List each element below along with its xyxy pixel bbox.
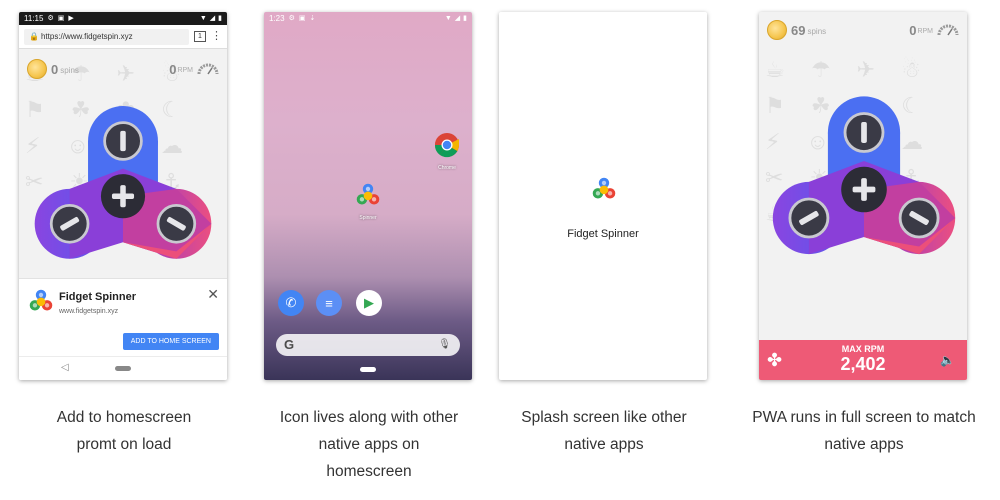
spinner-app-icon — [591, 176, 617, 202]
download-icon: ⇣ — [309, 15, 316, 22]
google-search-bar[interactable]: G 🎙 — [276, 334, 460, 356]
spins-count: 69 — [791, 22, 806, 38]
status-bar: 11:15 ⚙ ▣ ▶ ▼ ◢ ▮ — [19, 12, 227, 25]
phone-browser-panel: 11:15 ⚙ ▣ ▶ ▼ ◢ ▮ 🔒 https://www.fidgetspi… — [19, 12, 227, 380]
messages-icon[interactable]: ≡ — [316, 290, 342, 316]
fidget-spinner[interactable] — [31, 104, 215, 270]
add-to-homescreen-prompt: Fidget Spinner www.fidgetspin.xyz ✕ ADD … — [19, 278, 227, 380]
image-icon: ▣ — [57, 15, 65, 22]
url-text: https://www.fidgetspin.xyz — [40, 31, 133, 41]
add-to-home-screen-button[interactable]: ADD TO HOME SCREEN — [122, 333, 219, 350]
phone-icon[interactable]: ✆ — [278, 290, 304, 316]
chrome-app[interactable]: Chrome — [432, 132, 462, 171]
play-icon: ▶ — [68, 15, 74, 22]
prompt-title: Fidget Spinner — [59, 291, 136, 303]
caption-icon-homescreen: Icon lives along with other native apps … — [279, 409, 459, 480]
settings-icon: ⚙ — [47, 15, 54, 22]
spinner-app[interactable]: Spinner — [353, 182, 383, 221]
nav-bar: ◁ — [19, 356, 227, 380]
caption-splash-screen: Splash screen like other native apps — [521, 409, 687, 453]
signal-icon: ◢ — [209, 15, 216, 22]
play-store-icon[interactable]: ▶ — [356, 290, 382, 316]
fidget-spinner[interactable] — [769, 94, 959, 266]
home-pill-icon[interactable] — [360, 367, 376, 372]
caption-add-to-homescreen: Add to homescreen promt on load — [56, 409, 192, 453]
chrome-icon — [434, 133, 459, 158]
splash-title: Fidget Spinner — [567, 228, 639, 240]
spins-unit: spins — [807, 27, 827, 36]
signal-icon: ◢ — [454, 15, 461, 22]
mic-icon[interactable]: 🎙 — [438, 338, 451, 352]
max-rpm-value: 2,402 — [840, 354, 886, 374]
spinner-app-icon — [28, 288, 54, 314]
status-time: 1:23 — [269, 14, 285, 23]
spinner-label: Spinner — [359, 215, 377, 221]
spinner-app-icon — [355, 182, 381, 208]
stats-hud: 69 spins 0 RPM — [767, 20, 959, 40]
caption-pwa-fullscreen: PWA runs in full screen to match native … — [752, 409, 976, 453]
status-time: 11:15 — [24, 14, 44, 23]
prompt-url: www.fidgetspin.xyz — [59, 308, 119, 315]
battery-icon: ▮ — [463, 15, 467, 22]
coin-icon — [27, 59, 47, 79]
spins-unit: spins — [60, 66, 79, 75]
rpm-value: 0 — [909, 22, 917, 38]
home-pill-icon[interactable] — [115, 366, 131, 371]
tab-switcher-button[interactable]: 1 — [194, 31, 206, 42]
phone-pwa-panel: ☕ ☂ ✈ ☃ ⚑ ☘ ✿ ☾ ⚡ ☺ ♞ ☁ ✂ ☀ ♜ ⚓ ☕ ☂ ✈ ☃ … — [759, 12, 967, 380]
close-icon[interactable]: ✕ — [207, 287, 219, 301]
stats-hud: 0 spins 0 RPM — [27, 59, 219, 79]
back-icon[interactable]: ◁ — [61, 362, 69, 373]
image-icon: ▣ — [298, 15, 306, 22]
max-rpm-bar: ✤ MAX RPM 2,402 🔈 — [759, 340, 967, 380]
speed-gauge-icon — [937, 24, 959, 36]
rpm-value: 0 — [169, 61, 177, 77]
menu-dots-icon[interactable]: ⋮ — [211, 31, 222, 42]
spins-count: 0 — [51, 61, 59, 77]
battery-icon: ▮ — [218, 15, 222, 22]
wifi-icon: ▼ — [199, 15, 207, 22]
browser-url-bar: 🔒 https://www.fidgetspin.xyz 1 ⋮ — [19, 25, 227, 49]
max-rpm-label: MAX RPM — [841, 344, 885, 354]
url-field[interactable]: 🔒 https://www.fidgetspin.xyz — [24, 28, 189, 45]
rpm-unit: RPM — [917, 28, 933, 35]
chrome-label: Chrome — [438, 165, 456, 171]
sound-icon[interactable]: 🔈 — [940, 352, 955, 368]
phone-homescreen-panel: 1:23 ⚙ ▣ ⇣ ▼ ◢ ▮ Chrome Spinner ✆ ≡ ▶ G … — [264, 12, 472, 380]
coin-icon — [767, 20, 787, 40]
rpm-unit: RPM — [177, 67, 193, 74]
speed-gauge-icon — [197, 63, 219, 75]
wifi-icon: ▼ — [444, 15, 452, 22]
phone-splash-panel: Fidget Spinner — [499, 12, 707, 380]
status-bar: 1:23 ⚙ ▣ ⇣ ▼ ◢ ▮ — [264, 12, 472, 25]
lock-icon: 🔒 — [29, 31, 39, 41]
google-g-icon: G — [284, 337, 295, 352]
settings-icon: ⚙ — [288, 15, 295, 22]
